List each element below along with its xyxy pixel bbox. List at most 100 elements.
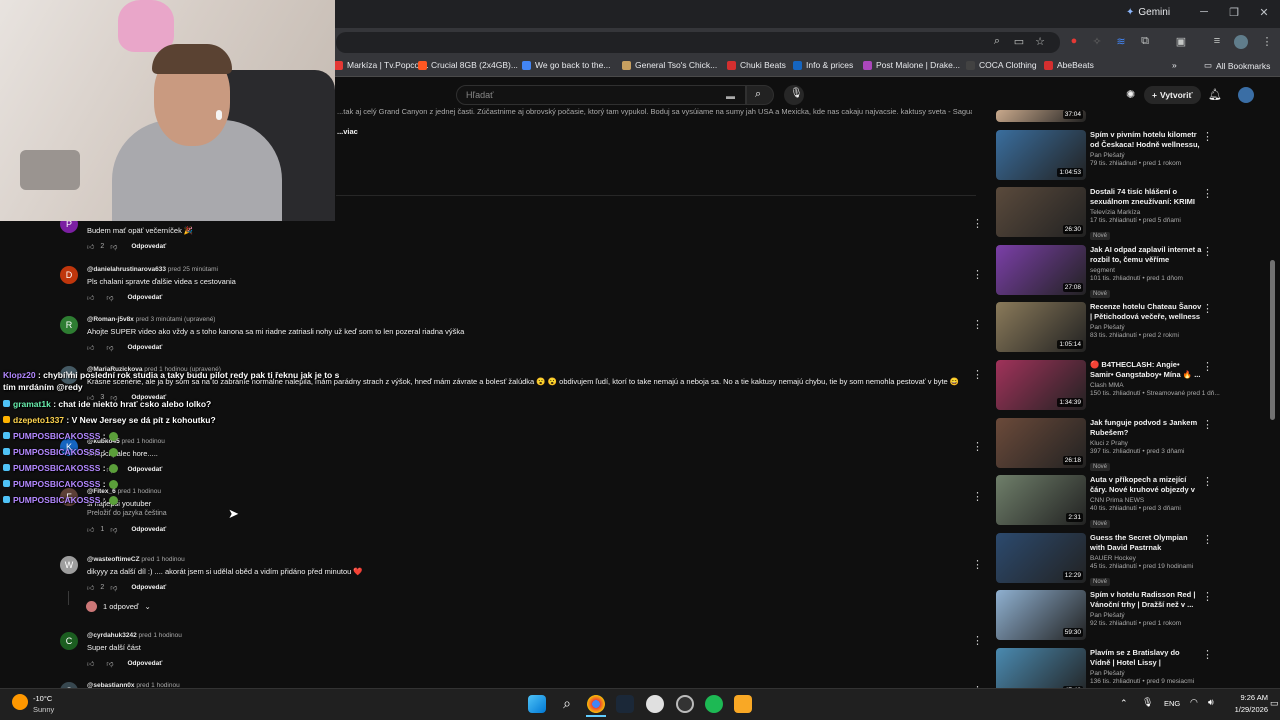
account-avatar[interactable] [1238,87,1254,103]
bookmark-item[interactable]: Chuki Beats [727,60,786,70]
video-menu-icon[interactable]: ⋮ [1202,360,1213,373]
tray-chevron-icon[interactable]: ⌃ [1120,698,1128,709]
all-bookmarks[interactable]: ▭ All Bookmarks [1204,60,1270,71]
video-channel[interactable]: BAUER Hockey [1090,555,1210,562]
bookmark-item[interactable]: AbeBeats [1044,60,1094,70]
comment-author[interactable]: @Roman-j5v8x [87,316,134,323]
video-channel[interactable]: Clash MMA [1090,382,1210,389]
extension-bird-icon[interactable]: ✧ [1090,35,1104,48]
video-menu-icon[interactable]: ⋮ [1202,475,1213,488]
video-menu-icon[interactable]: ⋮ [1202,590,1213,603]
view-replies-button[interactable]: 1 odpoveď ⌄ [86,601,151,612]
reply-button[interactable]: Odpovedať [127,344,162,351]
video-menu-icon[interactable]: ⋮ [1202,245,1213,258]
reply-button[interactable]: Odpovedať [131,584,166,591]
comment-avatar[interactable]: D [60,266,78,284]
mic-tray-icon[interactable]: 🎙︎ [1142,697,1153,708]
dislike-icon[interactable]: 👎︎ [106,293,113,302]
video-channel[interactable]: segment [1090,267,1210,274]
video-title[interactable]: Recenze hotelu Chateau Šanov | Pětichodo… [1090,302,1202,322]
video-thumbnail[interactable]: 12:29 [996,532,1086,583]
extensions-icon[interactable]: ⧉ [1138,35,1152,48]
video-channel[interactable]: Pan Plešatý [1090,670,1210,677]
comment-menu-icon[interactable]: ⋮ [972,558,983,571]
scrollbar[interactable] [1270,260,1275,420]
app-icon[interactable] [646,695,664,713]
sidepanel-icon[interactable]: ▣ [1174,35,1188,48]
voice-search-button[interactable]: 🎙︎ [784,85,804,105]
volume-icon[interactable]: 🔊︎ [1208,697,1214,708]
video-menu-icon[interactable]: ⋮ [1202,302,1213,315]
comment-menu-icon[interactable]: ⋮ [972,268,983,281]
dislike-icon[interactable]: 👎︎ [106,659,113,668]
recommended-video[interactable]: 1:05:14 Recenze hotelu Chateau Šanov | Pě… [996,302,1226,354]
weather-desc[interactable]: Sunny [33,705,54,714]
show-more-link[interactable]: ...viac [337,127,358,136]
video-title[interactable]: Jak funguje podvod s Jankem Rubešem? [1090,418,1202,438]
like-icon[interactable]: 👍︎ [87,659,94,668]
video-menu-icon[interactable]: ⋮ [1202,130,1213,143]
search-input[interactable] [456,85,746,105]
video-channel[interactable]: Pan Plešatý [1090,612,1210,619]
reply-button[interactable]: Odpovedať [127,660,162,667]
video-thumbnail[interactable]: 59:30 [996,590,1086,641]
gemini-button[interactable]: ✦ Gemini [1126,7,1170,18]
bookmark-item[interactable]: Info & prices [793,60,853,70]
video-thumbnail[interactable]: 1:05:14 [996,302,1086,353]
comment-author[interactable]: @cyrdahuk3242 [87,632,137,639]
bookmark-item[interactable]: Crucial 8GB (2x4GB)... [418,60,518,70]
video-thumbnail[interactable]: 2:31 [996,475,1086,526]
dislike-icon[interactable]: 👎︎ [110,583,117,592]
extension-wave-icon[interactable]: ≋ [1114,35,1128,48]
video-title[interactable]: Guess the Secret Olympian with David Pas… [1090,533,1202,553]
bookmarks-overflow-icon[interactable]: » [1172,60,1177,70]
wifi-icon[interactable]: ◠ [1190,697,1198,708]
keyboard-icon[interactable]: ▬ [726,91,735,101]
comment-author[interactable]: @wasteoftimeCZ [87,556,140,563]
like-icon[interactable]: 👍︎ [87,583,94,592]
clock-date[interactable]: 1/29/2026 [1226,705,1268,714]
video-title[interactable]: Jak AI odpad zaplavil internet a rozbil … [1090,245,1202,265]
recommended-video[interactable]: 1:34:39 🔴 B4THECLASH: Angie• Samir• Gangs… [996,360,1226,412]
video-menu-icon[interactable]: ⋮ [1202,533,1213,546]
search-taskbar-icon[interactable]: ⌕ [558,695,576,713]
bookmark-item[interactable]: Post Malone | Drake... [863,60,960,70]
recommended-video[interactable]: 59:30 Spím v hotelu Radisson Red | Vánočn… [996,590,1226,642]
video-title[interactable]: Spím v pivním hotelu kilometr od Českaca… [1090,130,1202,150]
video-title[interactable]: Spím v hotelu Radisson Red | Vánoční trh… [1090,590,1202,610]
close-icon[interactable]: ✕ [1256,6,1272,19]
video-channel[interactable]: Kluci z Prahy [1090,440,1210,447]
steam-icon[interactable] [616,695,634,713]
like-icon[interactable]: 👍︎ [87,242,94,251]
cast-icon[interactable]: ▭ [1012,35,1026,48]
video-title[interactable]: 🔴 B4THECLASH: Angie• Samir• Gangstaboy• … [1090,360,1202,380]
bookmark-item[interactable]: General Tso's Chick... [622,60,717,70]
search-button[interactable]: ⌕ [746,85,774,105]
notification-icon[interactable]: ▭ [1270,698,1279,709]
obs-icon[interactable] [676,695,694,713]
video-thumbnail[interactable]: 26:18 [996,417,1086,468]
translate-link[interactable]: Preložiť do jazyka čeština [87,510,167,517]
recommended-video[interactable]: 37:04 [996,72,1226,124]
menu-icon[interactable]: ⋮ [1260,35,1274,48]
recommended-video[interactable]: 26:30 Dostali 74 tisíc hlášení o sexuálno… [996,187,1226,241]
reply-button[interactable]: Odpovedať [131,243,166,250]
video-menu-icon[interactable]: ⋮ [1202,418,1213,431]
comment-author[interactable]: @danielahrustinarova633 [87,266,166,273]
video-channel[interactable]: CNN Prima NEWS [1090,497,1210,504]
like-icon[interactable]: 👍︎ [87,293,94,302]
windows-start-icon[interactable] [528,695,546,713]
clock-time[interactable]: 9:26 AM [1226,693,1268,702]
reply-button[interactable]: Odpovedať [127,466,162,473]
comment-menu-icon[interactable]: ⋮ [972,490,983,503]
zoom-icon[interactable]: ⌕ [990,35,1004,48]
recommended-video[interactable]: 26:18 Jak funguje podvod s Jankem Rubešem… [996,417,1226,471]
bookmark-item[interactable]: Markíza | Tv.Popcor... [334,60,429,70]
address-bar[interactable] [336,32,1060,53]
dislike-icon[interactable]: 👎︎ [110,525,117,534]
video-title[interactable]: Dostali 74 tisíc hlášení o sexuálnom zne… [1090,187,1202,207]
video-title[interactable]: Plavím se z Bratislavy do Vídně | Hotel … [1090,648,1202,668]
video-title[interactable]: Auta v příkopech a mizející čáry. Nové k… [1090,475,1202,495]
comment-menu-icon[interactable]: ⋮ [972,440,983,453]
minimize-icon[interactable]: ─ [1196,6,1212,18]
